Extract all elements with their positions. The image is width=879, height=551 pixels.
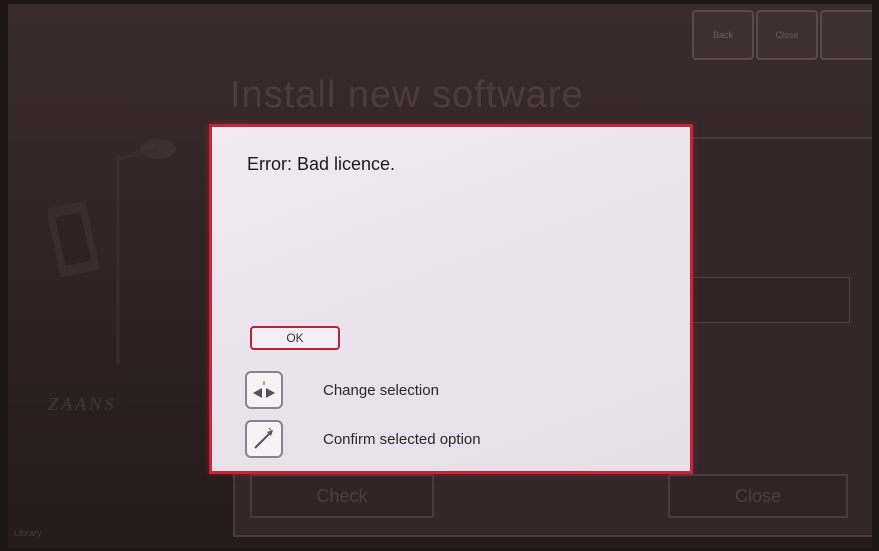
- help-label-confirm-option: Confirm selected option: [323, 430, 481, 448]
- back-button[interactable]: Back: [692, 10, 754, 60]
- ok-button[interactable]: OK: [250, 326, 340, 350]
- logo-text: ZAANS: [48, 394, 117, 414]
- background-input: [668, 277, 850, 323]
- corner-label: Library: [14, 528, 42, 538]
- check-button[interactable]: Check: [250, 474, 434, 518]
- help-confirm-option: Confirm selected option: [245, 420, 481, 458]
- error-dialog: Error: Bad licence. OK Change selection: [209, 124, 693, 474]
- illustration-icon: [48, 139, 176, 364]
- extra-top-button[interactable]: [820, 10, 872, 60]
- confirm-pen-icon: [245, 420, 283, 458]
- left-right-arrows-icon: [245, 371, 283, 409]
- page-title: Install new software: [230, 74, 584, 116]
- screen: Back Close Install new software ZAANS Ch…: [8, 4, 872, 548]
- close-top-button[interactable]: Close: [756, 10, 818, 60]
- help-label-change-selection: Change selection: [323, 381, 439, 399]
- error-message: Error: Bad licence.: [247, 154, 396, 174]
- help-change-selection: Change selection: [245, 371, 439, 409]
- close-button[interactable]: Close: [668, 474, 848, 518]
